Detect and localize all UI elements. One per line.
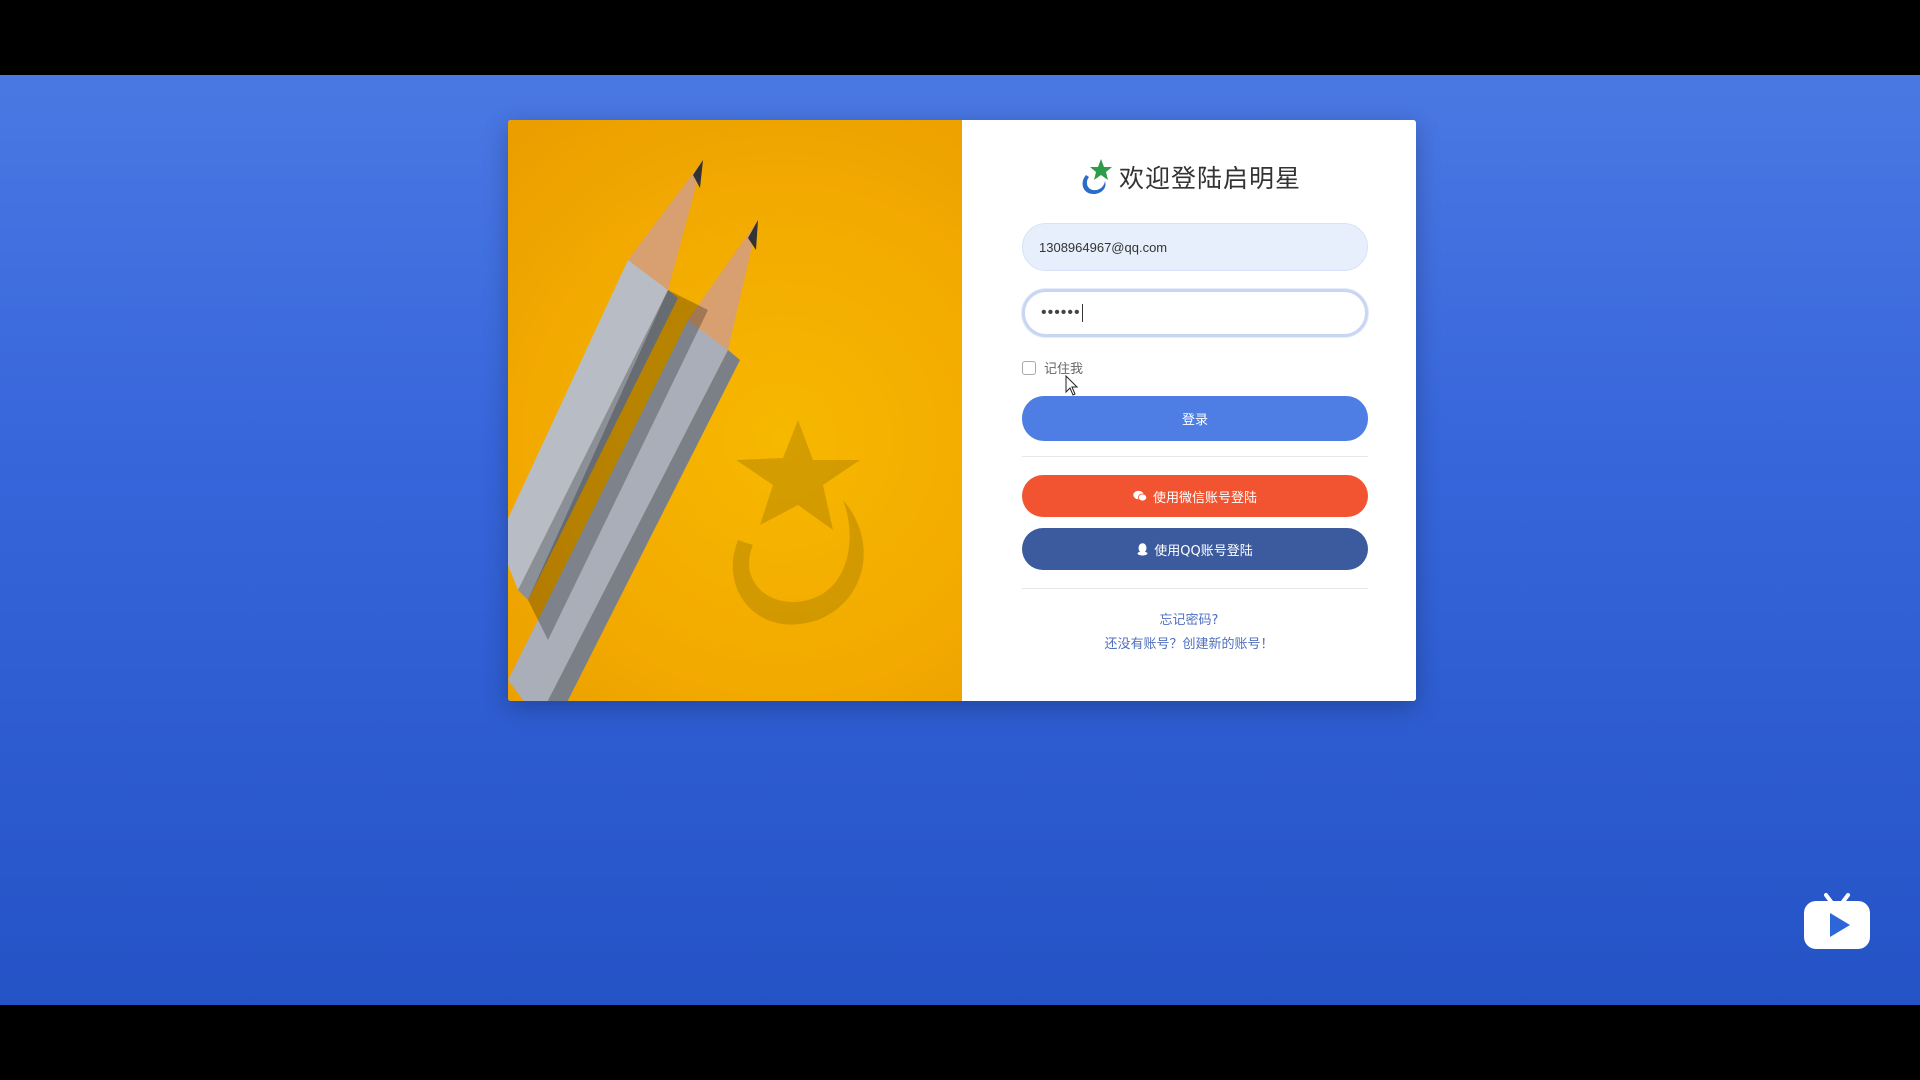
- divider: [1022, 456, 1368, 457]
- login-button[interactable]: 登录: [1022, 396, 1368, 441]
- mouse-cursor-icon: [1065, 375, 1079, 396]
- email-value: 1308964967@qq.com: [1039, 239, 1168, 255]
- remember-checkbox[interactable]: [1022, 360, 1036, 375]
- wechat-button-label: 使用微信账号登陆: [1152, 490, 1257, 506]
- text-caret: [1081, 304, 1083, 322]
- hero-image: [508, 120, 962, 701]
- register-link[interactable]: 还没有账号？创建新的账号！: [962, 633, 1416, 657]
- qq-button-label: 使用QQ账号登陆: [1154, 543, 1253, 559]
- qq-login-button[interactable]: 使用QQ账号登陆: [1022, 528, 1368, 570]
- tv-play-icon: [1804, 893, 1870, 949]
- login-button-label: 登录: [1181, 413, 1208, 428]
- wechat-icon: [1133, 490, 1147, 502]
- password-field[interactable]: ••••••: [1022, 289, 1368, 337]
- password-value: ••••••: [1041, 304, 1081, 321]
- page-title: 欢迎登陆启明星: [1118, 164, 1301, 193]
- letterbox-bottom: [0, 1005, 1920, 1080]
- letterbox-top: [0, 0, 1920, 75]
- login-card: 欢迎登陆启明星 1308964967@qq.com •••••• 记住我 登录: [508, 120, 1416, 701]
- email-field[interactable]: 1308964967@qq.com: [1022, 223, 1368, 271]
- qq-icon: [1137, 542, 1148, 555]
- wechat-login-button[interactable]: 使用微信账号登陆: [1022, 475, 1368, 517]
- watermark-star-logo: [732, 420, 864, 625]
- shooting-star-icon: [1082, 159, 1112, 195]
- login-form: 欢迎登陆启明星 1308964967@qq.com •••••• 记住我 登录: [962, 120, 1416, 701]
- footer-links: 忘记密码? 还没有账号？创建新的账号！: [962, 609, 1416, 657]
- login-page: 欢迎登陆启明星 1308964967@qq.com •••••• 记住我 登录: [0, 75, 1920, 1005]
- forgot-password-link[interactable]: 忘记密码?: [962, 609, 1416, 633]
- divider: [1022, 588, 1368, 589]
- brand-header: 欢迎登陆启明星: [962, 157, 1416, 197]
